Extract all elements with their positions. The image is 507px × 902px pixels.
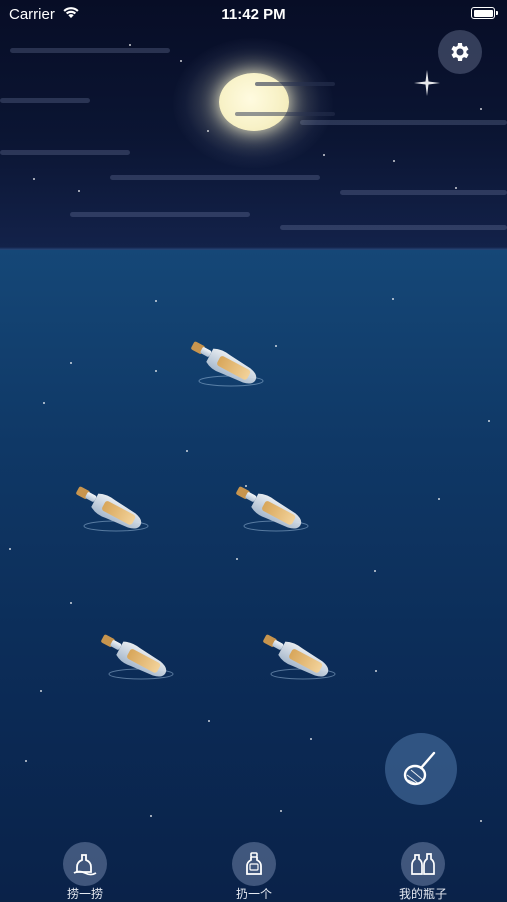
sparkle-dot xyxy=(480,820,482,822)
battery-icon xyxy=(471,7,498,19)
message-bottle-icon xyxy=(236,486,309,532)
tab-my-bottles[interactable]: 我的瓶子 xyxy=(373,838,473,901)
cloud xyxy=(0,150,130,155)
clock: 11:42 PM xyxy=(221,6,286,23)
my-bottles-icon xyxy=(401,842,445,886)
sparkle-icon xyxy=(414,70,440,96)
cloud xyxy=(255,82,335,86)
floating-bottle[interactable] xyxy=(185,340,275,390)
sparkle-dot xyxy=(392,298,394,300)
cloud xyxy=(235,112,335,116)
status-bar: Carrier 11:42 PM xyxy=(0,0,507,30)
sparkle-dot xyxy=(9,548,11,550)
sparkle-dot xyxy=(25,760,27,762)
tab-label: 捞一捞 xyxy=(66,887,103,901)
tab-label: 我的瓶子 xyxy=(398,887,447,901)
fishing-net-icon xyxy=(403,751,436,786)
message-bottle-icon xyxy=(101,634,174,680)
star xyxy=(129,44,131,46)
sparkle-dot xyxy=(488,420,490,422)
sparkle-dot xyxy=(375,670,377,672)
cloud xyxy=(300,120,507,125)
fishing-net-button[interactable] xyxy=(385,733,457,805)
message-bottle-icon xyxy=(191,341,264,387)
sparkle-dot xyxy=(208,720,210,722)
floating-bottle[interactable] xyxy=(70,485,160,535)
star xyxy=(455,187,457,189)
star xyxy=(393,160,395,162)
star xyxy=(33,178,35,180)
floating-bottle[interactable] xyxy=(230,485,320,535)
sparkle-dot xyxy=(236,558,238,560)
star xyxy=(323,154,325,156)
sparkle-dot xyxy=(40,690,42,692)
star xyxy=(480,108,482,110)
cloud xyxy=(0,98,90,103)
sparkle-dot xyxy=(374,570,376,572)
tab-pick-bottle[interactable]: 捞一捞 xyxy=(35,838,135,901)
pick-bottle-icon xyxy=(63,842,107,886)
gear-icon xyxy=(451,43,469,61)
settings-button[interactable] xyxy=(438,30,482,74)
cloud xyxy=(70,212,250,217)
night-sky xyxy=(0,0,507,250)
message-bottle-icon xyxy=(263,634,336,680)
sparkle-dot xyxy=(186,450,188,452)
sparkle-dot xyxy=(70,362,72,364)
throw-bottle-icon xyxy=(232,842,276,886)
cloud xyxy=(10,48,170,53)
tab-throw-bottle[interactable]: 扔一个 xyxy=(204,838,304,901)
sparkle-dot xyxy=(70,602,72,604)
sparkle-dot xyxy=(155,370,157,372)
sparkle-dot xyxy=(43,402,45,404)
sparkle-dot xyxy=(275,345,277,347)
sparkle-dot xyxy=(438,498,440,500)
sparkle-dot xyxy=(155,300,157,302)
cloud xyxy=(110,175,320,180)
cloud xyxy=(340,190,507,195)
sparkle-dot xyxy=(150,815,152,817)
tab-label: 扔一个 xyxy=(235,887,272,901)
star xyxy=(78,190,80,192)
star xyxy=(180,60,182,62)
sparkle-dot xyxy=(310,738,312,740)
message-bottle-icon xyxy=(76,486,149,532)
floating-bottle[interactable] xyxy=(257,633,347,683)
sparkle-dot xyxy=(280,810,282,812)
cloud xyxy=(280,225,507,230)
floating-bottle[interactable] xyxy=(95,633,185,683)
